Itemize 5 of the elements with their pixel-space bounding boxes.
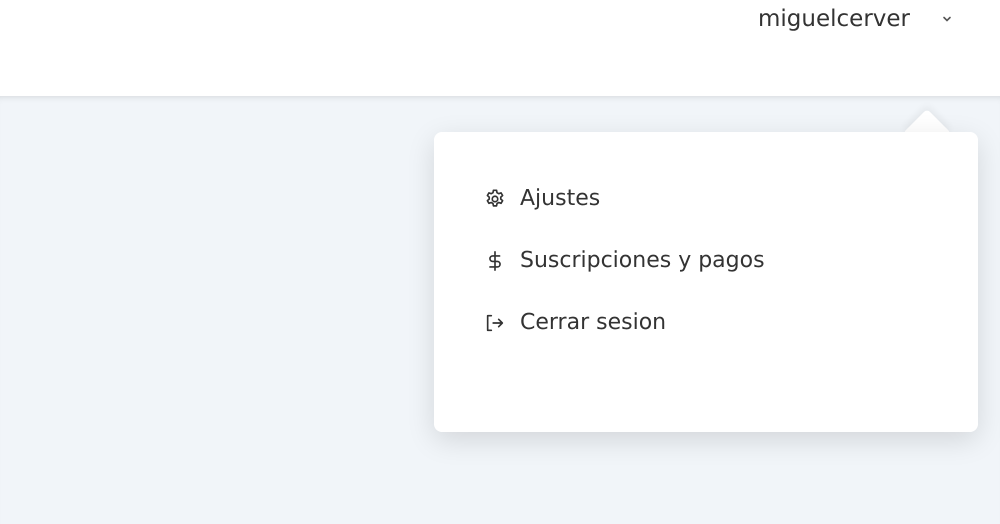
menu-item[interactable]: Cerrar sesion: [484, 310, 666, 335]
gear-icon: [484, 188, 506, 210]
menu-item[interactable]: Suscripciones y pagos: [484, 248, 765, 273]
menu-item[interactable]: Ajustes: [484, 186, 600, 211]
user-menu-button[interactable]: miguelcerver: [758, 6, 954, 32]
